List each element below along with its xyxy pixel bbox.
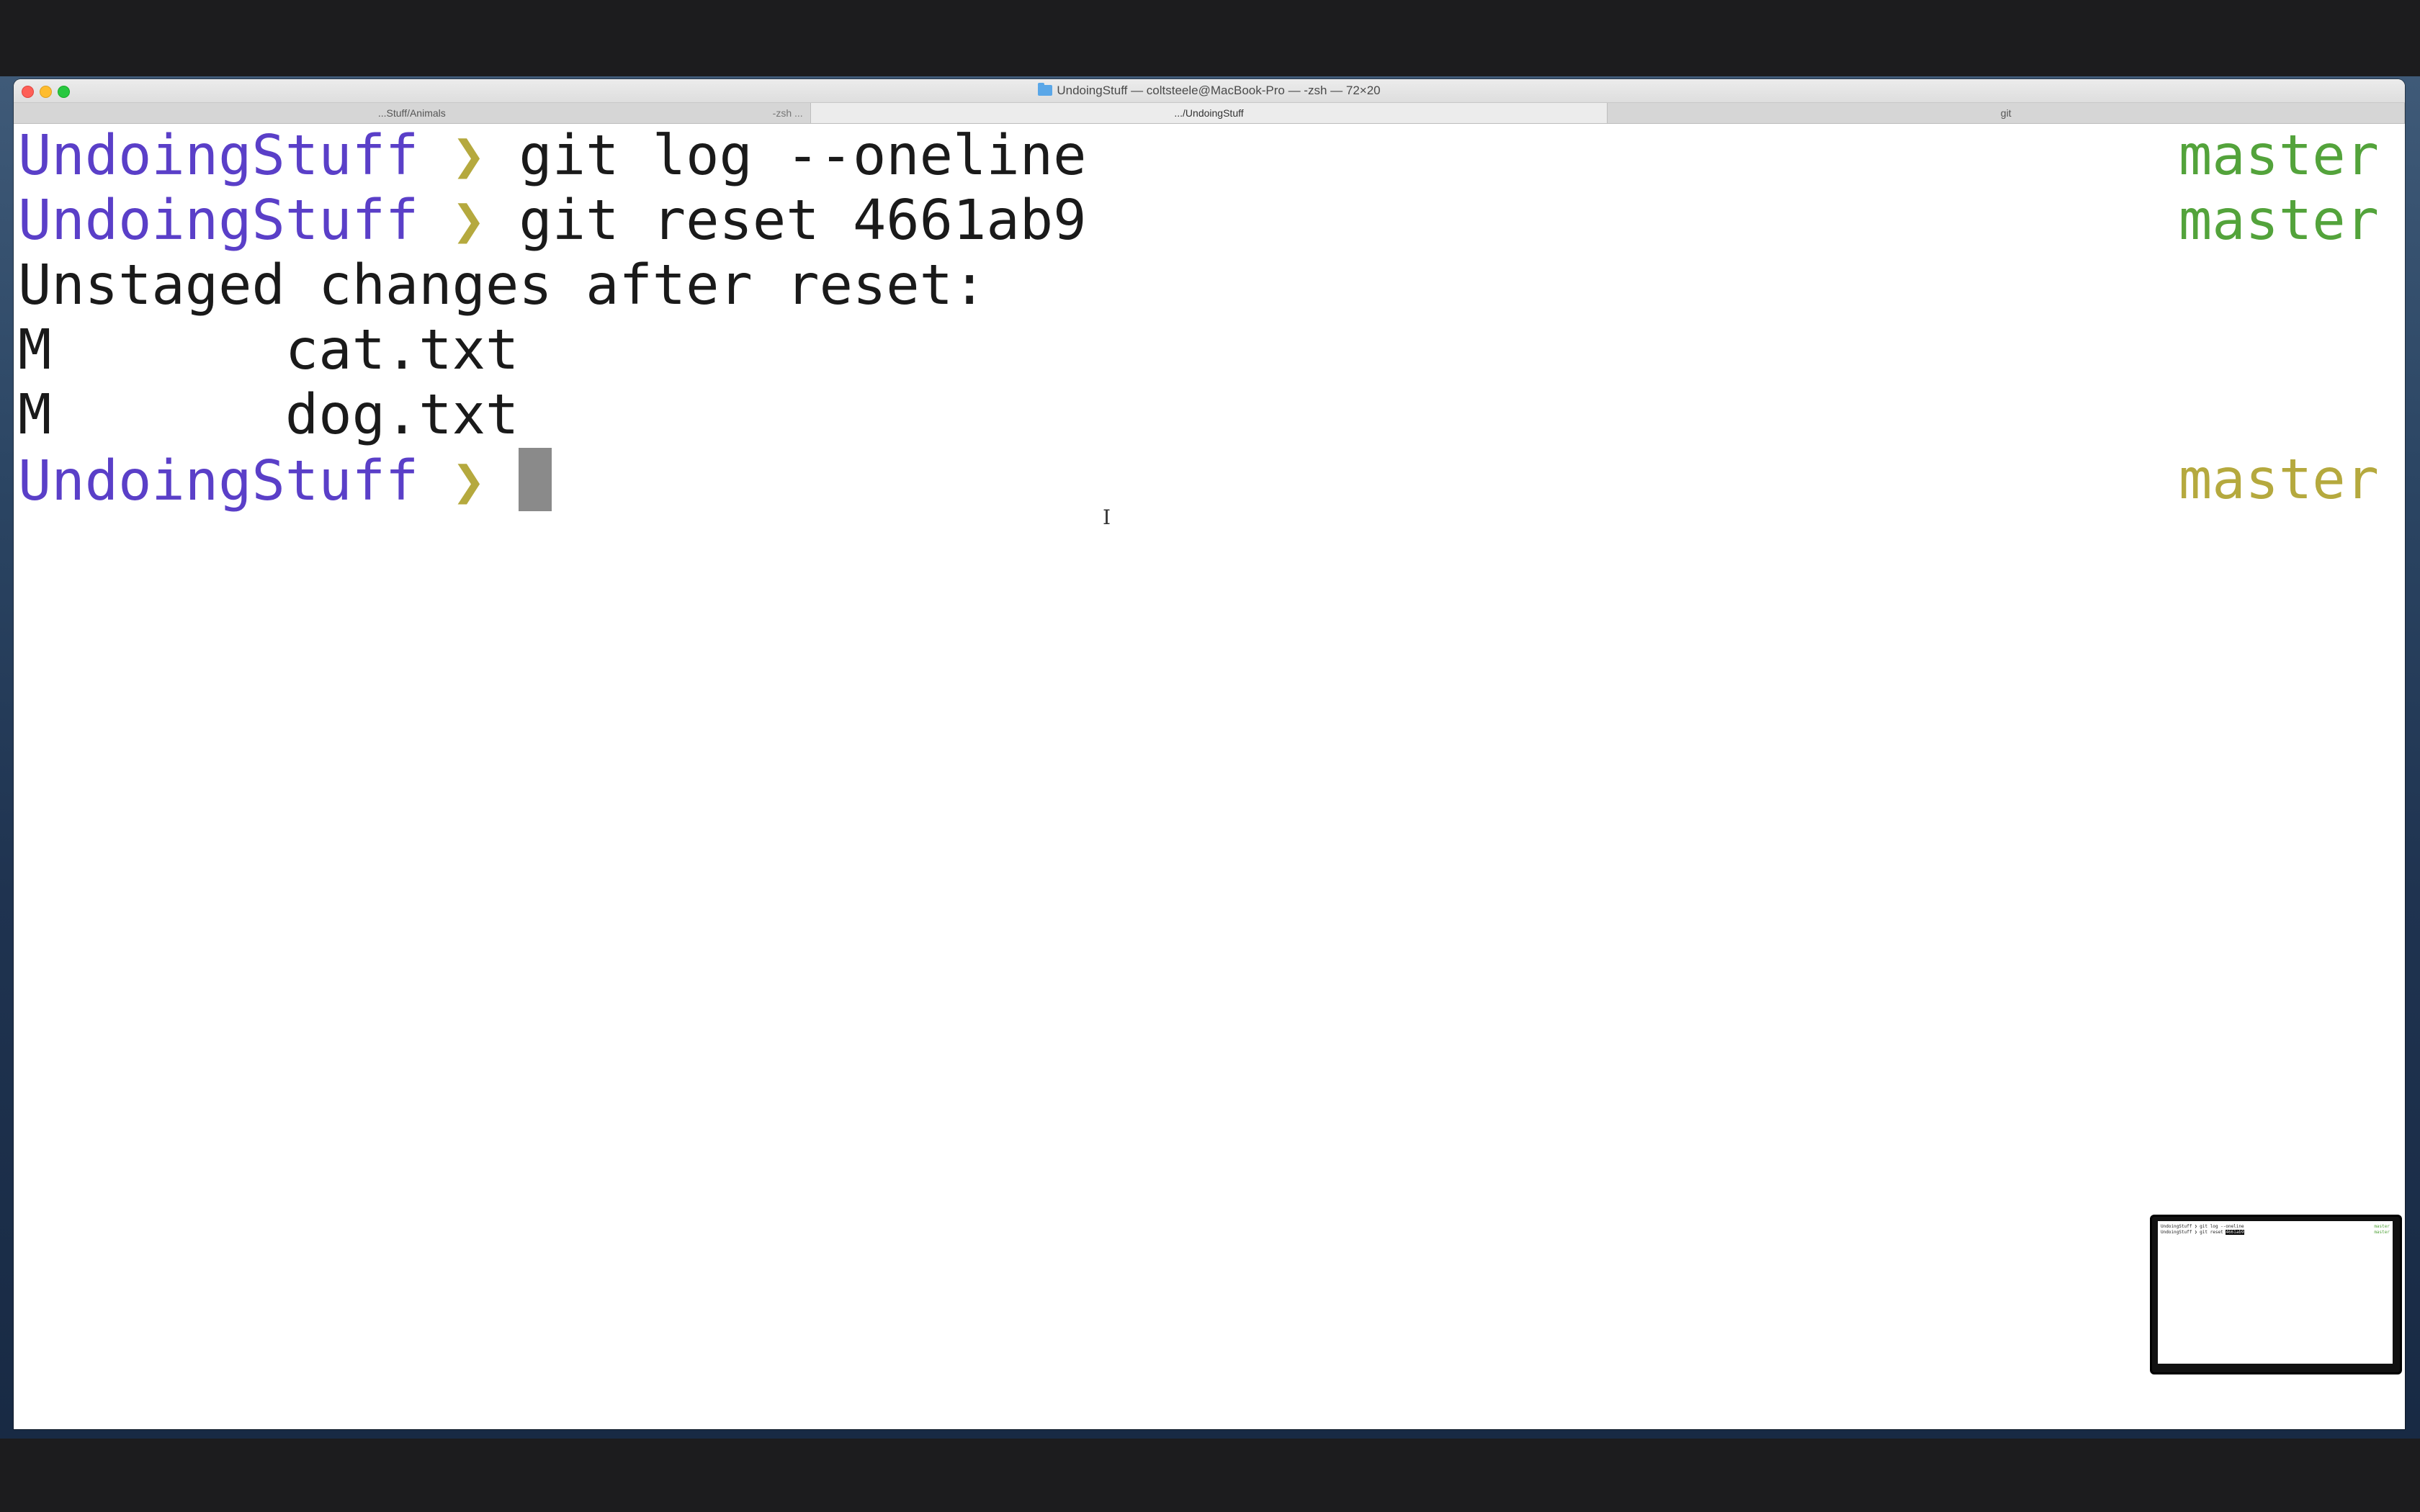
terminal-line-prompt: UndoingStuff ❯ git log --oneline bbox=[18, 124, 1086, 189]
thumbnail-branch: master bbox=[2374, 1224, 2390, 1229]
tab-git[interactable]: git bbox=[1608, 103, 2405, 123]
desktop: UndoingStuff — coltsteele@MacBook-Pro — … bbox=[0, 0, 2420, 1512]
udemy-watermark-logo: ûdemy bbox=[2330, 1390, 2404, 1417]
tab-bar: ...Stuff/Animals -zsh ... .../UndoingStu… bbox=[14, 103, 2405, 124]
terminal-output-line: Unstaged changes after reset: bbox=[18, 253, 987, 318]
terminal-output-line: M dog.txt bbox=[18, 383, 519, 447]
prompt-directory: UndoingStuff bbox=[18, 189, 419, 253]
git-branch-indicator: master bbox=[2178, 448, 2379, 512]
prompt-arrow: ❯ bbox=[452, 449, 486, 513]
terminal-output-line: M cat.txt bbox=[18, 318, 519, 382]
tab-undoingstuff[interactable]: .../UndoingStuff bbox=[810, 103, 1608, 123]
prompt-command: git log --oneline bbox=[519, 124, 1087, 188]
thumbnail-line-text: UndoingStuff ❯ git reset bbox=[2161, 1230, 2226, 1235]
tab-animals[interactable]: ...Stuff/Animals -zsh ... bbox=[14, 103, 811, 123]
prompt-directory: UndoingStuff bbox=[18, 124, 419, 188]
ibeam-cursor-icon: I bbox=[1103, 505, 1111, 529]
tab-label: .../UndoingStuff bbox=[1174, 107, 1244, 119]
git-branch-indicator: master bbox=[2178, 124, 2379, 188]
prompt-command: git reset 4661ab9 bbox=[519, 189, 1087, 253]
terminal-window: UndoingStuff — coltsteele@MacBook-Pro — … bbox=[14, 79, 2405, 1429]
terminal-line-prompt: UndoingStuff ❯ git reset 4661ab9 bbox=[18, 189, 1086, 253]
prompt-directory: UndoingStuff bbox=[18, 449, 419, 513]
terminal-content[interactable]: UndoingStuff ❯ git log --oneline master … bbox=[14, 124, 2405, 1429]
terminal-line-prompt: UndoingStuff ❯ bbox=[18, 448, 552, 513]
text-cursor bbox=[519, 448, 552, 511]
prompt-arrow: ❯ bbox=[452, 189, 486, 253]
thumbnail-screen: UndoingStuff ❯ git log --oneline master … bbox=[2158, 1221, 2393, 1364]
thumbnail-line: UndoingStuff ❯ git reset 4661ab9 bbox=[2161, 1230, 2244, 1235]
git-branch-indicator: master bbox=[2178, 189, 2379, 253]
folder-icon bbox=[1038, 83, 1053, 96]
prompt-arrow: ❯ bbox=[452, 124, 486, 188]
video-thumbnail-preview[interactable]: UndoingStuff ❯ git log --oneline master … bbox=[2150, 1215, 2402, 1374]
thumbnail-highlight: 4661ab9 bbox=[2226, 1230, 2244, 1235]
thumbnail-line: UndoingStuff ❯ git log --oneline bbox=[2161, 1224, 2244, 1229]
video-letterbox-bottom bbox=[0, 1439, 2420, 1512]
tab-process-label: -zsh ... bbox=[772, 107, 803, 119]
window-title: UndoingStuff — coltsteele@MacBook-Pro — … bbox=[14, 79, 2405, 102]
thumbnail-branch: master bbox=[2374, 1230, 2390, 1235]
window-titlebar[interactable]: UndoingStuff — coltsteele@MacBook-Pro — … bbox=[14, 79, 2405, 103]
tab-label: git bbox=[2000, 107, 2012, 119]
tab-label: ...Stuff/Animals bbox=[377, 107, 446, 119]
window-title-text: UndoingStuff — coltsteele@MacBook-Pro — … bbox=[1057, 84, 1381, 97]
